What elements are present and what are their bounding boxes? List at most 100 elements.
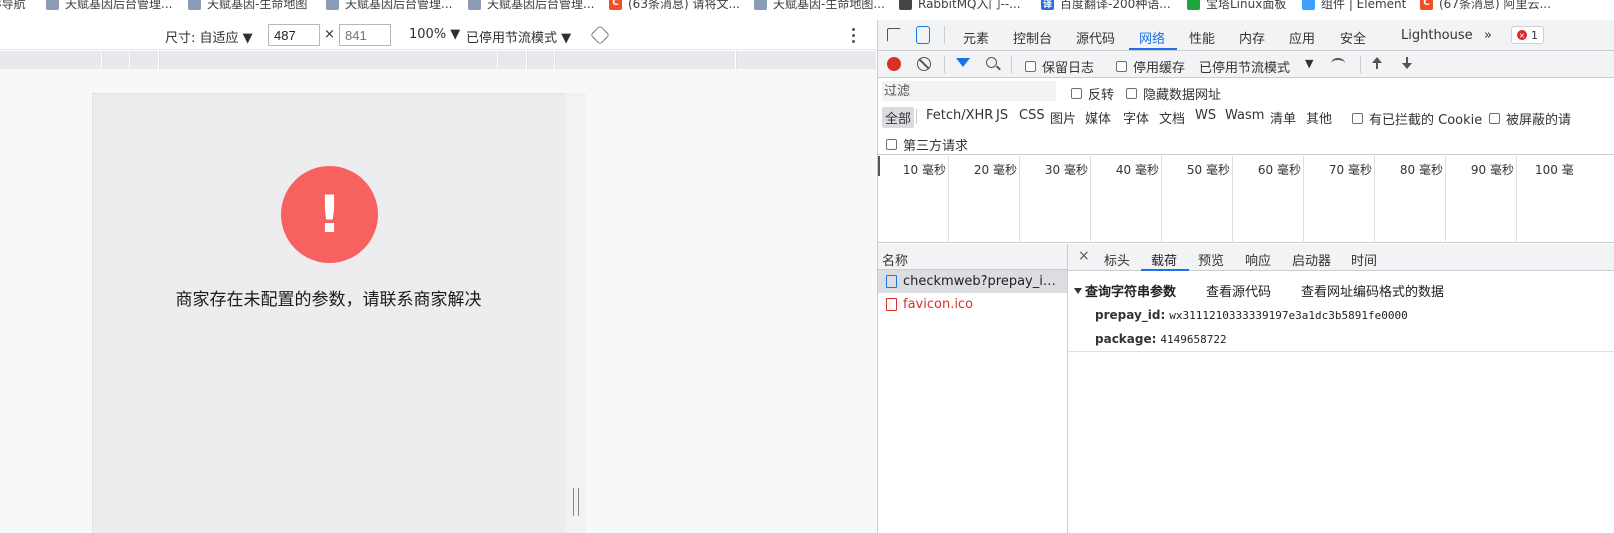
bookmark-item[interactable]: 组件 | Element <box>1302 0 1406 11</box>
tab-console[interactable]: 控制台 <box>1013 28 1052 47</box>
bookmark-item[interactable]: RabbitMQ入门--... <box>899 0 1021 11</box>
bookmark-label: RabbitMQ入门--... <box>918 0 1021 11</box>
query-params-section[interactable]: 查询字符串参数 查看源代码 查看网址编码格式的数据 <box>1074 281 1444 300</box>
bookmark-item[interactable]: 译百度翻译-200种语... <box>1041 0 1171 11</box>
expand-triangle-icon[interactable] <box>1074 287 1082 294</box>
resource-type-filter: 全部 Fetch/XHR JS CSS 图片 媒体 字体 文档 WS Wasm … <box>878 104 1614 129</box>
type-fetch-xhr[interactable]: Fetch/XHR <box>926 108 993 123</box>
disable-cache-checkbox[interactable]: 停用缓存 <box>1116 57 1185 76</box>
bookmark-item[interactable]: 天赋基因后台管理... <box>468 0 594 11</box>
invert-checkbox[interactable]: 反转 <box>1071 84 1114 103</box>
media-query-segment[interactable] <box>499 51 527 69</box>
media-query-segment[interactable] <box>160 51 498 69</box>
media-query-bar[interactable] <box>0 51 877 69</box>
height-input[interactable] <box>339 24 391 46</box>
type-all[interactable]: 全部 <box>882 107 915 128</box>
resize-handle[interactable] <box>573 488 579 516</box>
bookmark-item[interactable]: 3导航 <box>0 0 26 11</box>
media-query-segment[interactable] <box>737 51 877 69</box>
type-ws[interactable]: WS <box>1195 108 1216 123</box>
tab-network[interactable]: 网络 <box>1139 28 1165 47</box>
tab-timing[interactable]: 时间 <box>1351 250 1377 269</box>
import-har-icon[interactable] <box>1372 57 1382 70</box>
tab-elements[interactable]: 元素 <box>963 28 989 47</box>
tab-sources[interactable]: 源代码 <box>1076 28 1115 47</box>
chevron-down-icon[interactable]: ▼ <box>1305 57 1313 70</box>
tab-response[interactable]: 响应 <box>1245 250 1271 269</box>
view-source-link[interactable]: 查看源代码 <box>1206 281 1271 300</box>
bookmark-item[interactable]: 天赋基因后台管理... <box>326 0 452 11</box>
bookmark-item[interactable]: 天赋基因-生命地图 <box>188 0 307 11</box>
tab-preview[interactable]: 预览 <box>1198 250 1224 269</box>
tab-security[interactable]: 安全 <box>1340 28 1366 47</box>
media-query-segment[interactable] <box>131 51 159 69</box>
bookmark-item[interactable]: 天赋基因-生命地图... <box>754 0 885 11</box>
checkbox-box[interactable] <box>1071 88 1082 99</box>
inspect-element-icon[interactable] <box>887 28 901 42</box>
tick-label: 30 毫秒 <box>1044 163 1088 177</box>
view-url-encoded-link[interactable]: 查看网址编码格式的数据 <box>1301 281 1444 300</box>
media-query-segment[interactable] <box>556 51 736 69</box>
search-icon[interactable] <box>986 57 997 68</box>
media-query-segment[interactable] <box>0 51 102 69</box>
blocked-requests-checkbox[interactable]: 被屏蔽的请 <box>1489 109 1571 128</box>
bookmark-icon <box>754 0 767 10</box>
type-media[interactable]: 媒体 <box>1085 108 1111 127</box>
tab-memory[interactable]: 内存 <box>1239 28 1265 47</box>
third-party-checkbox[interactable]: 第三方请求 <box>886 135 968 154</box>
export-har-icon[interactable] <box>1402 57 1412 70</box>
media-query-segment[interactable] <box>528 51 555 69</box>
param-value: 4149658722 <box>1160 333 1227 346</box>
request-row[interactable]: favicon.ico <box>878 293 1067 316</box>
throttle-select[interactable]: 已停用节流模式 <box>1199 57 1290 76</box>
request-row[interactable]: checkmweb?prepay_id=w... <box>878 270 1067 293</box>
type-img[interactable]: 图片 <box>1050 108 1076 127</box>
checkbox-box[interactable] <box>1352 113 1363 124</box>
dimensions-select[interactable]: 尺寸: 自适应 ▼ <box>165 27 253 46</box>
type-font[interactable]: 字体 <box>1123 108 1149 127</box>
tab-lighthouse[interactable]: Lighthouse <box>1401 28 1473 43</box>
tab-performance[interactable]: 性能 <box>1189 28 1215 47</box>
type-other[interactable]: 其他 <box>1306 108 1332 127</box>
network-timeline-overview[interactable]: 10 毫秒 20 毫秒 30 毫秒 40 毫秒 50 毫秒 60 毫秒 70 毫… <box>878 156 1614 243</box>
throttle-select[interactable]: 已停用节流模式 ▼ <box>466 27 571 46</box>
type-js[interactable]: JS <box>996 108 1008 123</box>
filter-input[interactable] <box>882 81 1056 101</box>
bookmark-item[interactable]: 天赋基因后台管理... <box>46 0 172 11</box>
type-wasm[interactable]: Wasm <box>1225 108 1264 123</box>
param-row: prepay_id: wx3111210333339197e3a1dc3b5891… <box>1095 308 1408 322</box>
device-toggle-icon[interactable] <box>916 26 930 44</box>
type-css[interactable]: CSS <box>1019 108 1045 123</box>
timeline-tick: 70 毫秒 <box>1304 156 1375 243</box>
tab-initiator[interactable]: 启动器 <box>1292 250 1331 269</box>
hide-data-urls-checkbox[interactable]: 隐藏数据网址 <box>1126 84 1221 103</box>
more-options-icon[interactable] <box>852 28 856 44</box>
checkbox-box[interactable] <box>886 139 897 150</box>
checkbox-box[interactable] <box>1126 88 1137 99</box>
bookmark-item[interactable]: C (67条消息) 阿里云... <box>1420 0 1551 11</box>
checkbox-box[interactable] <box>1116 61 1127 72</box>
checkbox-box[interactable] <box>1025 61 1036 72</box>
tab-payload[interactable]: 载荷 <box>1151 250 1177 269</box>
preserve-log-checkbox[interactable]: 保留日志 <box>1025 57 1094 76</box>
zoom-select[interactable]: 100% ▼ <box>409 27 460 42</box>
close-icon[interactable]: × <box>1078 248 1090 264</box>
blocked-cookies-checkbox[interactable]: 有已拦截的 Cookie <box>1352 109 1482 128</box>
error-count-badge[interactable]: × 1 <box>1511 26 1544 44</box>
tab-application[interactable]: 应用 <box>1289 28 1315 47</box>
clear-icon[interactable] <box>917 57 931 71</box>
bookmark-item[interactable]: C (63条消息) 请将文... <box>609 0 740 11</box>
network-conditions-icon[interactable] <box>1331 58 1345 69</box>
tab-headers[interactable]: 标头 <box>1104 250 1130 269</box>
width-input[interactable] <box>268 24 320 46</box>
more-tabs-icon[interactable]: » <box>1484 28 1492 43</box>
bookmark-item[interactable]: 宝塔Linux面板 <box>1187 0 1286 11</box>
type-doc[interactable]: 文档 <box>1159 108 1185 127</box>
media-query-segment[interactable] <box>103 51 130 69</box>
column-header-name[interactable]: 名称 <box>878 244 1067 270</box>
checkbox-box[interactable] <box>1489 113 1500 124</box>
checkbox-label: 停用缓存 <box>1133 61 1186 76</box>
type-manifest[interactable]: 清单 <box>1270 108 1296 127</box>
record-icon[interactable] <box>887 57 901 71</box>
filter-icon[interactable] <box>956 58 970 67</box>
